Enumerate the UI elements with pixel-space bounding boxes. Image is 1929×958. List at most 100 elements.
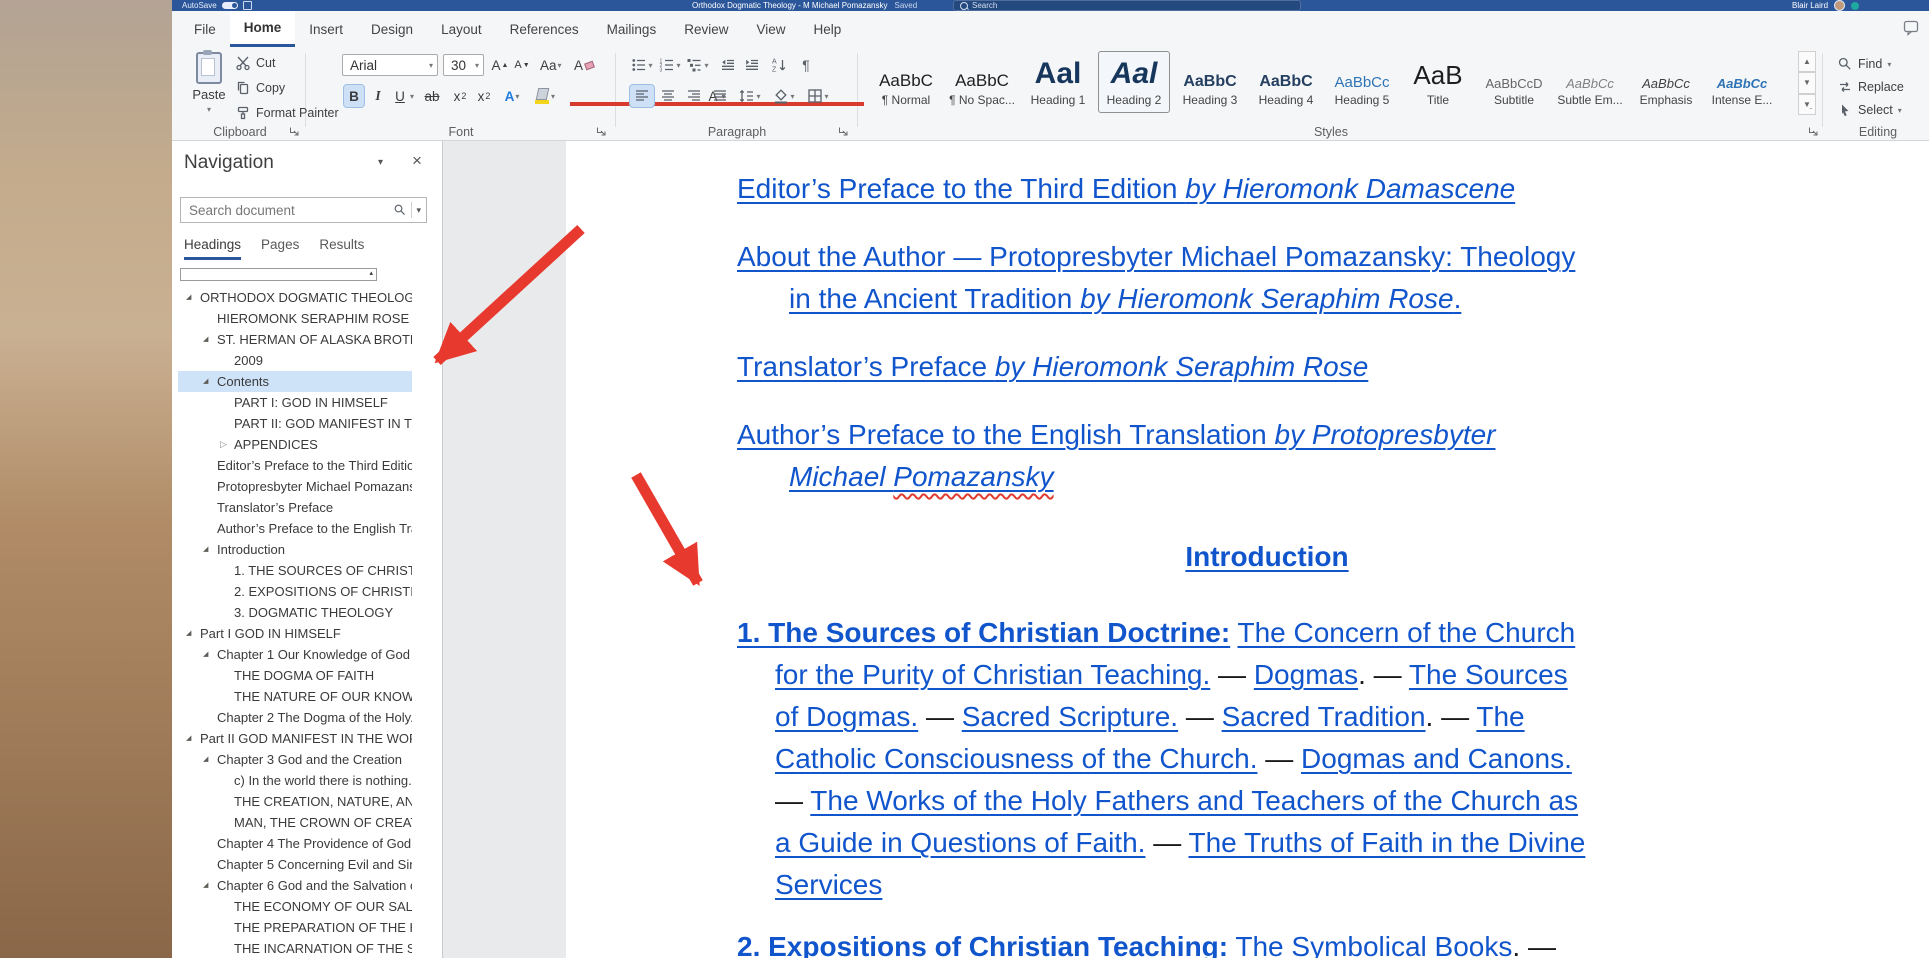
nav-heading-item[interactable]: THE CREATION, NATURE, AND... [178,791,412,812]
show-paragraph-marks-button[interactable]: ¶ [794,54,818,76]
align-center-button[interactable] [656,85,680,107]
doc-link[interactable]: Pomazansky [893,461,1053,492]
nav-heading-item[interactable]: Author’s Preface to the English Tra... [178,518,412,539]
nav-heading-item[interactable]: ◢ ST. HERMAN OF ALASKA BROTHE... [178,329,412,350]
saved-status[interactable]: Saved [895,1,918,10]
gallery-up-icon[interactable]: ▲ [1798,51,1816,73]
close-icon[interactable]: × [412,151,422,171]
doc-link[interactable]: The Sources [1409,659,1568,690]
change-case-button[interactable]: Aa ▾ [540,54,562,76]
ribbon-tab-layout[interactable]: Layout [427,11,496,47]
doc-link[interactable]: Services [775,869,882,900]
nav-heading-item[interactable]: ◢ Part II GOD MANIFEST IN THE WORLD [178,728,412,749]
nav-heading-item[interactable]: Protopresbyter Michael Pomazans... [178,476,412,497]
grow-font-button[interactable]: A ▲ [490,54,510,76]
ribbon-tab-help[interactable]: Help [800,11,856,47]
collapse-triangle-icon[interactable]: ◢ [186,623,191,644]
doc-link[interactable]: Translator’s Preface [737,351,995,382]
sort-button[interactable]: AZ [768,54,792,76]
doc-link[interactable]: by Hieromonk Seraphim Rose [1080,283,1454,314]
nav-heading-item[interactable]: THE DOGMA OF FAITH [178,665,412,686]
nav-heading-item[interactable]: c) In the world there is nothing... [178,770,412,791]
navigation-search-box[interactable]: ▾ [180,197,427,223]
doc-link[interactable]: by Hieromonk Seraphim Rose [995,351,1369,382]
highlight-color-button[interactable]: ▾ [534,85,555,107]
doc-link[interactable]: of Dogmas. [775,701,918,732]
nav-heading-item[interactable]: 2009 [178,350,412,371]
doc-link[interactable]: Sacred Scripture. [962,701,1178,732]
ribbon-tab-references[interactable]: References [496,11,593,47]
italic-button[interactable]: I [368,85,388,107]
paste-button[interactable]: Paste ▾ [186,50,232,122]
paragraph-dialog-launcher-icon[interactable] [838,126,849,137]
doc-link[interactable]: by Hieromonk Damascene [1185,173,1515,204]
document-page[interactable]: Editor’s Preface to the Third Edition by… [566,141,1929,958]
style-option-emphasis[interactable]: AaBbCc Emphasis [1630,51,1702,113]
nav-heading-item[interactable]: ◢ ORTHODOX DOGMATIC THEOLOGY [178,287,412,308]
clipboard-dialog-launcher-icon[interactable] [289,126,300,137]
ribbon-tab-review[interactable]: Review [670,11,742,47]
collapse-triangle-icon[interactable]: ◢ [186,287,191,308]
style-option-h1[interactable]: Aal Heading 1 [1022,51,1094,113]
nav-tab-results[interactable]: Results [319,237,364,260]
numbering-button[interactable]: 1 2 3 ▾ [658,54,682,76]
nav-heading-item[interactable]: Chapter 5 Concerning Evil and Sin [178,854,412,875]
doc-link[interactable]: Author’s Preface to the English Translat… [737,419,1275,450]
nav-heading-item[interactable]: Editor’s Preface to the Third Edition [178,455,412,476]
multilevel-list-button[interactable]: ▾ [686,54,710,76]
shrink-font-button[interactable]: A ▼ [512,54,532,76]
doc-link[interactable]: The Truths of Faith in the Divine [1189,827,1586,858]
ribbon-tab-design[interactable]: Design [357,11,427,47]
align-left-button[interactable] [629,84,655,108]
save-icon[interactable] [242,1,252,10]
titlebar-search-box[interactable]: Search [953,0,1301,11]
subscript-button[interactable]: x2 [450,85,470,107]
style-option-intense[interactable]: AaBbCc Intense E... [1706,51,1778,113]
style-option-title[interactable]: AaB Title [1402,51,1474,113]
doc-link[interactable]: by Protopresbyter [1275,419,1496,450]
nav-heading-item[interactable]: ◢ Chapter 6 God and the Salvation of... [178,875,412,896]
search-icon[interactable] [393,203,407,217]
doc-link[interactable]: Editor’s Preface to the Third Edition [737,173,1185,204]
style-option-h4[interactable]: AaBbC Heading 4 [1250,51,1322,113]
nav-heading-item[interactable]: ◢ Introduction [178,539,412,560]
collapse-triangle-icon[interactable]: ◢ [203,749,208,770]
styles-dialog-launcher-icon[interactable] [1808,126,1819,137]
doc-link[interactable]: Dogmas and Canons. [1301,743,1572,774]
collapse-triangle-icon[interactable]: ◢ [203,875,208,896]
doc-link[interactable]: . [1454,283,1462,314]
doc-link[interactable]: The Symbolical Books [1235,931,1512,958]
nav-tab-pages[interactable]: Pages [261,237,299,260]
chevron-down-icon[interactable]: ▾ [410,92,414,101]
style-option-strong[interactable]: AaBbC Strong [1782,51,1792,113]
nav-heading-item[interactable]: Translator’s Preface [178,497,412,518]
nav-heading-item[interactable]: PART II: GOD MANIFEST IN THE... [178,413,412,434]
nav-heading-item[interactable]: ◢ Chapter 3 God and the Creation [178,749,412,770]
chevron-down-icon[interactable]: ▾ [416,205,421,216]
doc-link[interactable]: Catholic Consciousness of the Church. [775,743,1257,774]
nav-heading-item[interactable]: ▷ APPENDICES [178,434,412,455]
nav-heading-item[interactable]: ◢ Chapter 1 Our Knowledge of God [178,644,412,665]
nav-heading-item[interactable]: ◢ Contents [178,371,412,392]
nav-heading-item[interactable]: HIEROMONK SERAPHIM ROSE [178,308,412,329]
doc-link[interactable]: 1. The Sources of Christian Doctrine: [737,617,1230,648]
avatar[interactable] [1834,0,1846,11]
account-area[interactable]: Blair Laird [1792,0,1860,11]
font-size-combobox[interactable]: 30 ▾ [443,54,484,76]
replace-button[interactable]: Replace [1837,79,1904,95]
doc-link[interactable]: The [1476,701,1524,732]
collapse-triangle-icon[interactable]: ◢ [203,371,208,392]
align-right-button[interactable] [682,85,706,107]
nav-heading-item[interactable]: MAN, THE CROWN OF CREATI... [178,812,412,833]
doc-link[interactable]: in the Ancient Tradition [789,283,1080,314]
nav-heading-item[interactable]: 3. DOGMATIC THEOLOGY [178,602,412,623]
style-option-nospace[interactable]: AaBbC ¶ No Spac... [946,51,1018,113]
nav-heading-item[interactable]: Chapter 2 The Dogma of the Holy... [178,707,412,728]
nav-heading-item[interactable]: THE INCARNATION OF THE SO... [178,938,412,958]
ribbon-tab-insert[interactable]: Insert [295,11,357,47]
expand-triangle-icon[interactable]: ▷ [220,434,227,455]
superscript-button[interactable]: x2 [474,85,494,107]
comments-icon[interactable] [1903,20,1919,36]
bold-button[interactable]: B [343,84,365,108]
style-option-h3[interactable]: AaBbC Heading 3 [1174,51,1246,113]
